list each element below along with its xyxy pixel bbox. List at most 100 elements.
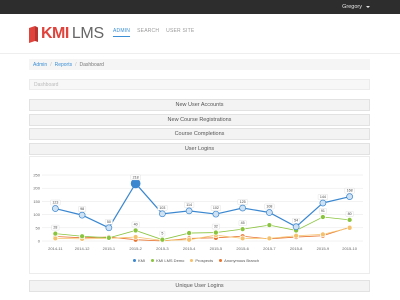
x-tick-label: 2015-2 [129,246,142,251]
data-label: 50 [107,220,111,224]
caret-down-icon [366,6,370,8]
user-menu[interactable]: Gregory [342,2,370,12]
panel-user-logins[interactable]: User Logins [29,143,370,155]
data-label: 144 [320,195,326,199]
data-point [79,233,85,240]
data-point [186,230,192,236]
data-label: 218 [133,175,139,179]
data-label: 32 [214,225,218,229]
breadcrumb-reports[interactable]: Reports [55,62,73,68]
nav-admin[interactable]: ADMIN [113,28,131,37]
breadcrumb-separator: / [75,61,77,68]
data-point [319,199,327,207]
x-tick-label: 2015-7 [263,246,276,251]
data-point [52,230,59,237]
data-point [266,222,273,229]
logo-text-lms: LMS [71,25,104,42]
data-point [213,229,219,236]
data-label: 98 [80,207,84,211]
y-tick-label: 0 [38,239,41,244]
series-line-kmi [55,182,350,229]
y-tick-label: 200 [33,186,40,191]
data-point [320,214,326,220]
logo-mark-icon [29,25,38,43]
data-label: 103 [159,206,165,210]
nav-user-site[interactable]: USER SITE [166,28,194,37]
data-point [132,234,139,240]
data-label: 114 [186,203,192,207]
data-label: 108 [266,204,272,208]
data-point [293,232,299,239]
data-point [159,210,166,218]
series-line-prospects [55,227,350,241]
data-point [346,193,353,200]
data-point [78,211,86,219]
data-label: 91 [321,209,325,213]
breadcrumb-dashboard: Dashboard [79,61,104,68]
data-point [239,226,246,232]
x-tick-label: 2015-4 [183,246,196,251]
logo[interactable]: KMI LMS [29,25,104,43]
main-nav: ADMIN SEARCH USER SITE [113,28,194,37]
data-point [159,236,166,243]
data-point [346,217,353,223]
logo-text-kmi: KMI [41,25,69,42]
y-tick-label: 50 [36,225,41,230]
header: KMI LMS ADMIN SEARCH USER SITE [0,14,400,54]
data-point [266,209,273,216]
data-label: 40 [134,222,138,226]
data-label: 54 [294,219,298,223]
x-tick-label: 2015-9 [317,246,330,251]
x-tick-label: 2015-6 [236,246,249,251]
data-point [106,234,112,241]
panel-new-user-accounts[interactable]: New User Accounts [29,99,370,111]
data-point [239,204,246,212]
legend-item-anonymous-branch[interactable]: Anonymous Branch [219,258,259,263]
legend-item-kmi-lms-demo[interactable]: KMI LMS Demo [151,258,184,263]
legend-label: KMI LMS Demo [156,258,185,263]
legend-dot-icon [190,259,194,262]
panel-new-course-registrations[interactable]: New Course Registrations [29,114,370,126]
legend-label: KMI [138,258,146,263]
dashboard-filter-input[interactable]: Dashboard [29,79,370,90]
data-label: 5 [161,232,163,236]
top-bar: Gregory [0,0,400,14]
legend-item-prospects[interactable]: Prospects [190,258,213,263]
legend-dot-icon [133,259,136,262]
data-point [185,207,193,215]
chart-legend: KMI KMI LMS Demo Prospects Anonymous Bra… [133,258,259,263]
y-tick-label: 250 [33,173,40,178]
data-label: 123 [52,201,58,205]
x-tick-label: 2015-1 [103,246,116,251]
data-label: 125 [240,200,246,204]
legend-label: Anonymous Branch [224,258,260,263]
panel-course-completions[interactable]: Course Completions [29,128,370,140]
data-point [320,231,326,238]
data-label: 45 [241,221,245,225]
data-label: 168 [347,189,353,193]
x-tick-label: 2014-11 [48,246,63,251]
data-point [105,224,113,232]
breadcrumb: Admin / Reports / Dashboard [29,59,370,70]
panel-unique-user-logins[interactable]: Unique User Logins [29,280,370,292]
x-tick-label: 2015-3 [156,246,169,251]
x-tick-label: 2014-12 [75,246,90,251]
breadcrumb-admin[interactable]: Admin [33,62,47,68]
data-point [52,235,59,242]
y-tick-label: 100 [33,212,40,217]
data-point [130,178,141,189]
user-name: Gregory [342,4,362,10]
data-label: 28 [53,226,57,230]
data-label: 102 [213,206,219,210]
nav-search[interactable]: SEARCH [137,28,159,37]
data-point [346,224,353,231]
legend-item-kmi[interactable]: KMI [133,258,145,263]
x-tick-label: 2015-8 [290,246,303,251]
legend-label: Prospects [195,258,214,263]
x-tick-label: 2015-10 [342,246,357,251]
y-tick-label: 150 [33,199,40,204]
data-point [266,235,273,242]
breadcrumb-separator: / [50,61,52,68]
data-point [52,205,59,212]
legend-dot-icon [219,259,223,262]
